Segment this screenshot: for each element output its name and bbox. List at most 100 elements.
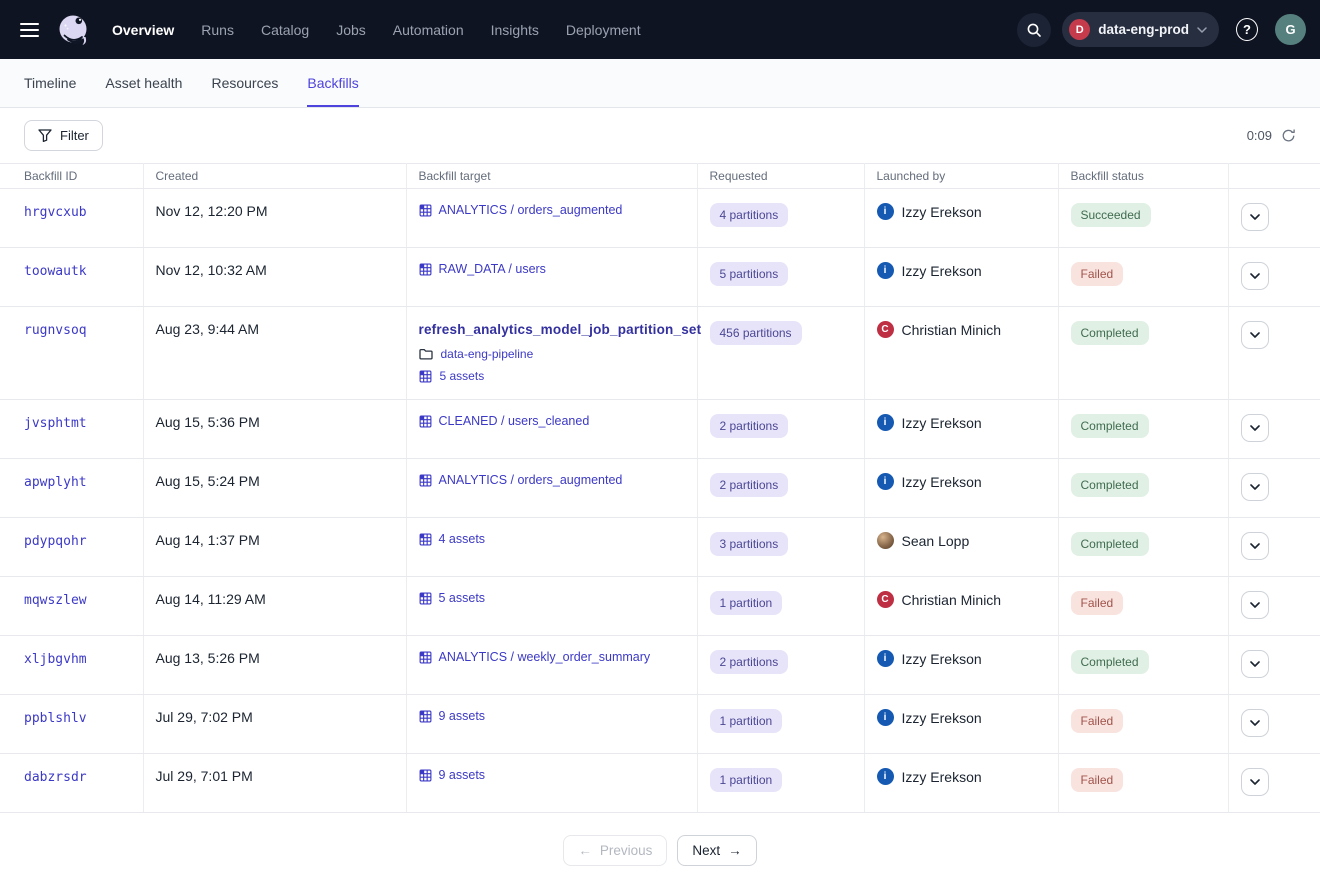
next-page-button[interactable]: Next → (677, 835, 756, 866)
tab-timeline[interactable]: Timeline (24, 59, 76, 107)
requested-partitions-badge: 1 partition (710, 768, 783, 792)
filter-button[interactable]: Filter (24, 120, 103, 151)
nav-item-jobs[interactable]: Jobs (336, 22, 366, 38)
status-badge: Completed (1071, 414, 1149, 438)
table-row: pdypqohr Aug 14, 1:37 PM 4 assets 3 part… (0, 518, 1320, 577)
asset-target-link[interactable]: 9 assets (419, 709, 486, 723)
deployment-badge: D (1069, 19, 1090, 40)
previous-page-button[interactable]: ← Previous (563, 835, 667, 866)
asset-grid-icon (419, 474, 432, 487)
deployment-switcher[interactable]: D data-eng-prod (1062, 12, 1219, 47)
table-header-row: Backfill ID Created Backfill target Requ… (0, 164, 1320, 189)
row-actions-button[interactable] (1241, 532, 1269, 560)
row-actions-button[interactable] (1241, 768, 1269, 796)
asset-grid-icon (419, 204, 432, 217)
asset-target-link[interactable]: 4 assets (419, 532, 486, 546)
backfill-id-link[interactable]: mqwszlew (24, 593, 87, 608)
created-timestamp: Aug 14, 11:29 AM (156, 591, 266, 607)
chevron-down-icon (1197, 27, 1207, 33)
row-actions-button[interactable] (1241, 262, 1269, 290)
backfill-id-link[interactable]: apwplyht (24, 475, 87, 490)
row-actions-button[interactable] (1241, 650, 1269, 678)
launched-by-name: Izzy Erekson (902, 474, 982, 490)
target-sub-link[interactable]: data-eng-pipeline (441, 347, 534, 361)
user-avatar[interactable]: G (1275, 14, 1306, 45)
row-actions-button[interactable] (1241, 473, 1269, 501)
refresh-countdown: 0:09 (1247, 128, 1272, 143)
table-row: dabzrsdr Jul 29, 7:01 PM 9 assets 1 part… (0, 754, 1320, 813)
deployment-name: data-eng-prod (1098, 22, 1189, 37)
nav-item-automation[interactable]: Automation (393, 22, 464, 38)
created-timestamp: Nov 12, 10:32 AM (156, 262, 267, 278)
nav-item-catalog[interactable]: Catalog (261, 22, 309, 38)
asset-target-link[interactable]: CLEANED / users_cleaned (419, 414, 590, 428)
backfill-id-link[interactable]: dabzrsdr (24, 770, 87, 785)
column-header-backfill-status: Backfill status (1058, 164, 1228, 189)
backfill-target-cell: 5 assets (406, 577, 697, 636)
requested-partitions-badge: 1 partition (710, 709, 783, 733)
requested-partitions-badge: 2 partitions (710, 414, 789, 438)
backfill-id-link[interactable]: toowautk (24, 264, 87, 279)
menu-icon[interactable] (10, 11, 48, 49)
launched-by-name: Izzy Erekson (902, 415, 982, 431)
asset-grid-icon (419, 769, 432, 782)
row-actions-button[interactable] (1241, 321, 1269, 349)
backfill-id-link[interactable]: xljbgvhm (24, 652, 87, 667)
requested-partitions-badge: 2 partitions (710, 473, 789, 497)
launched-by-avatar: i (877, 473, 894, 490)
row-actions-button[interactable] (1241, 414, 1269, 442)
search-icon[interactable] (1017, 13, 1051, 47)
backfill-target-cell: 9 assets (406, 695, 697, 754)
backfill-id-link[interactable]: ppblshlv (24, 711, 87, 726)
arrow-left-icon: ← (578, 843, 592, 858)
asset-target-link[interactable]: ANALYTICS / orders_augmented (419, 203, 623, 217)
asset-target-link[interactable]: ANALYTICS / weekly_order_summary (419, 650, 651, 664)
row-actions-button[interactable] (1241, 203, 1269, 231)
tab-resources[interactable]: Resources (211, 59, 278, 107)
backfill-id-link[interactable]: hrgvcxub (24, 205, 87, 220)
backfill-id-link[interactable]: jvsphtmt (24, 416, 87, 431)
nav-item-runs[interactable]: Runs (201, 22, 234, 38)
asset-target-link[interactable]: ANALYTICS / orders_augmented (419, 473, 623, 487)
nav-item-overview[interactable]: Overview (112, 22, 174, 38)
asset-target-link[interactable]: 5 assets (419, 591, 486, 605)
target-sub-link[interactable]: 5 assets (440, 369, 485, 383)
backfill-id-link[interactable]: rugnvsoq (24, 323, 87, 338)
refresh-icon[interactable] (1281, 128, 1296, 143)
asset-target-link[interactable]: 9 assets (419, 768, 486, 782)
launched-by-avatar (877, 532, 894, 549)
table-row: xljbgvhm Aug 13, 5:26 PM ANALYTICS / wee… (0, 636, 1320, 695)
created-timestamp: Jul 29, 7:02 PM (156, 709, 253, 725)
help-icon[interactable]: ? (1230, 13, 1264, 47)
status-badge: Succeeded (1071, 203, 1151, 227)
table-row: jvsphtmt Aug 15, 5:36 PM CLEANED / users… (0, 400, 1320, 459)
status-badge: Failed (1071, 768, 1124, 792)
top-navigation-bar: Overview Runs Catalog Jobs Automation Insight… (0, 0, 1320, 59)
created-timestamp: Aug 15, 5:24 PM (156, 473, 260, 489)
launched-by-avatar: i (877, 414, 894, 431)
asset-target-link[interactable]: RAW_DATA / users (419, 262, 546, 276)
launched-by-avatar: i (877, 768, 894, 785)
backfill-target-cell: RAW_DATA / users (406, 248, 697, 307)
created-timestamp: Nov 12, 12:20 PM (156, 203, 268, 219)
tab-backfills[interactable]: Backfills (307, 59, 358, 107)
asset-grid-icon (419, 263, 432, 276)
launched-by-name: Izzy Erekson (902, 651, 982, 667)
job-target-link[interactable]: refresh_analytics_model_job_partition_se… (419, 322, 702, 337)
nav-item-insights[interactable]: Insights (491, 22, 539, 38)
row-actions-button[interactable] (1241, 709, 1269, 737)
backfill-target-cell: refresh_analytics_model_job_partition_se… (406, 307, 697, 400)
created-timestamp: Jul 29, 7:01 PM (156, 768, 253, 784)
filter-icon (38, 129, 52, 142)
arrow-right-icon: → (728, 843, 742, 858)
nav-item-deployment[interactable]: Deployment (566, 22, 641, 38)
column-header-backfill-target: Backfill target (406, 164, 697, 189)
column-header-backfill-id: Backfill ID (0, 164, 143, 189)
table-row: rugnvsoq Aug 23, 9:44 AM refresh_analyti… (0, 307, 1320, 400)
row-actions-button[interactable] (1241, 591, 1269, 619)
backfill-id-link[interactable]: pdypqohr (24, 534, 87, 549)
launched-by-avatar: C (877, 591, 894, 608)
dagster-logo-icon[interactable] (52, 9, 94, 51)
status-badge: Completed (1071, 650, 1149, 674)
tab-asset-health[interactable]: Asset health (105, 59, 182, 107)
